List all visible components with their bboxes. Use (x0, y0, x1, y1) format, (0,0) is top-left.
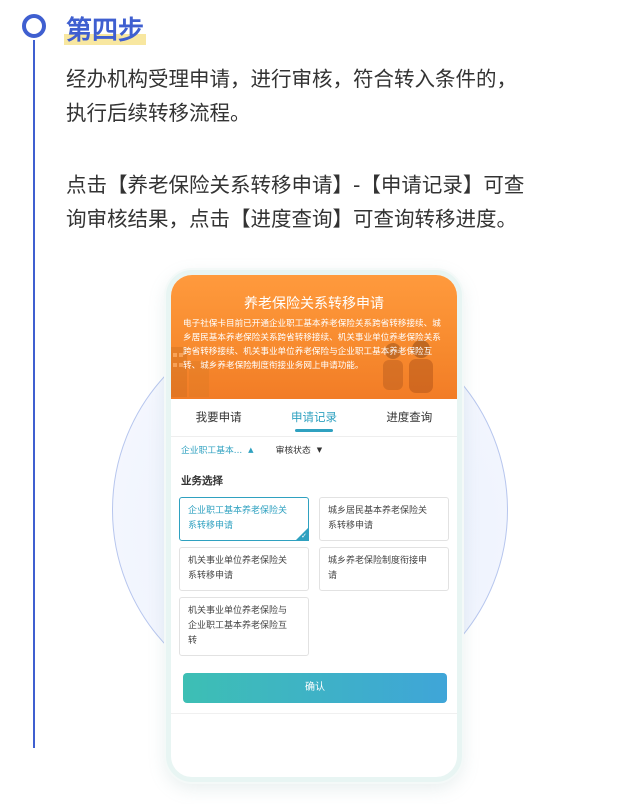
option-enterprise-transfer[interactable]: 企业职工基本养老保险关 系转移申请 ✓ (179, 497, 309, 541)
type-filter-label: 企业职工基本... (181, 446, 243, 456)
status-filter[interactable]: 审核状态 ▼ (275, 443, 323, 457)
instructions-line-1: 点击【养老保险关系转移申请】-【申请记录】可查 (66, 173, 525, 197)
option-line: 城乡养老保险制度衔接申 (328, 556, 428, 566)
banner-description: 电子社保卡目前已开通企业职工基本养老保险关系跨省转移接续、城乡居民基本养老保险关… (183, 319, 441, 371)
checkmark-icon: ✓ (301, 532, 307, 540)
option-line: 企业职工基本养老保险关 (188, 506, 288, 516)
step-title: 第四步 (64, 10, 147, 47)
option-line: 城乡居民基本养老保险关 (328, 506, 428, 516)
tab-progress[interactable]: 进度查询 (362, 401, 457, 436)
tab-records[interactable]: 申请记录 (266, 401, 361, 436)
timeline-line (33, 40, 35, 748)
status-filter-label: 审核状态 (275, 446, 311, 456)
filter-bar: 企业职工基本... ▲ 审核状态 ▼ (181, 443, 323, 457)
tab-bar: 我要申请 申请记录 进度查询 (171, 401, 457, 437)
banner: 养老保险关系转移申请 电子社保卡目前已开通企业职工基本养老保险关系跨省转移接续、… (171, 275, 457, 399)
tab-apply[interactable]: 我要申请 (171, 401, 266, 436)
step-description: 经办机构受理申请，进行审核，符合转入条件的， 执行后续转移流程。 (66, 62, 626, 130)
option-line: 请 (328, 571, 338, 581)
confirm-button[interactable]: 确认 (183, 673, 447, 703)
description-line-1: 经办机构受理申请，进行审核，符合转入条件的， (66, 67, 517, 91)
divider (171, 713, 457, 714)
instructions-line-2: 询审核结果，点击【进度查询】可查询转移进度。 (66, 207, 517, 231)
option-line: 转 (188, 636, 198, 646)
section-label: 业务选择 (181, 475, 223, 487)
option-system-link[interactable]: 城乡养老保险制度衔接申 请 (319, 547, 449, 591)
option-line: 系转移申请 (328, 521, 374, 531)
description-line-2: 执行后续转移流程。 (66, 101, 251, 125)
option-line: 系转移申请 (188, 571, 234, 581)
option-institution-enterprise-swap[interactable]: 机关事业单位养老保险与 企业职工基本养老保险互 转 (179, 597, 309, 656)
option-urban-rural-transfer[interactable]: 城乡居民基本养老保险关 系转移申请 (319, 497, 449, 541)
phone-mockup: 养老保险关系转移申请 电子社保卡目前已开通企业职工基本养老保险关系跨省转移接续、… (166, 270, 462, 782)
option-line: 系转移申请 (188, 521, 234, 531)
option-institution-transfer[interactable]: 机关事业单位养老保险关 系转移申请 (179, 547, 309, 591)
caret-down-icon: ▼ (316, 445, 323, 454)
banner-title: 养老保险关系转移申请 (244, 296, 384, 312)
option-line: 机关事业单位养老保险关 (188, 556, 288, 566)
step-title-text: 第四步 (66, 16, 145, 46)
step-instructions: 点击【养老保险关系转移申请】-【申请记录】可查 询审核结果，点击【进度查询】可查… (66, 168, 626, 236)
option-line: 机关事业单位养老保险与 (188, 606, 288, 616)
step-circle-icon (22, 14, 46, 38)
type-filter[interactable]: 企业职工基本... ▲ (181, 443, 254, 457)
option-line: 企业职工基本养老保险互 (188, 621, 288, 631)
caret-up-icon: ▲ (248, 445, 254, 454)
